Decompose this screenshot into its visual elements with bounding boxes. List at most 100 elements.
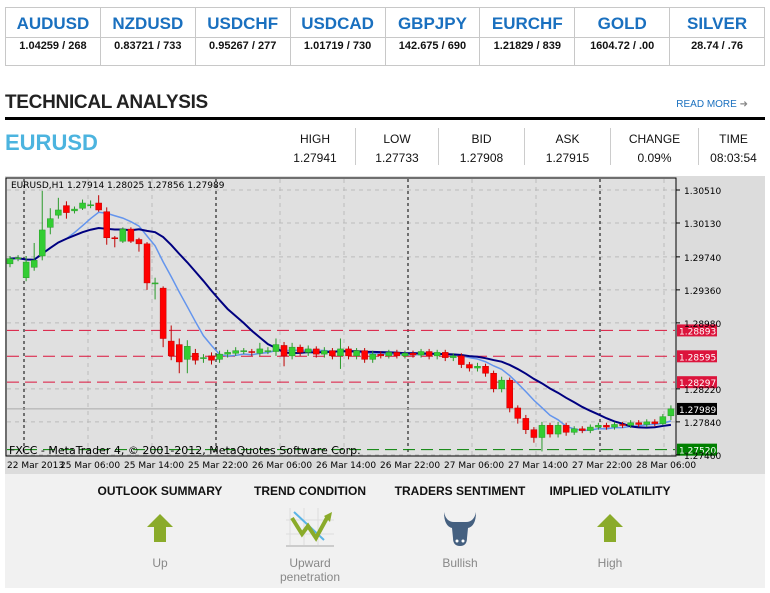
x-tick-label: 25 Mar 14:00 <box>124 461 184 471</box>
read-more-link[interactable]: READ MORE ➜ <box>676 99 748 110</box>
quote-symbol[interactable]: AUDUSD <box>6 8 100 38</box>
quote-eurchf[interactable]: EURCHF 1.21829 / 839 <box>480 8 576 65</box>
x-tick-label: 26 Mar 22:00 <box>380 461 440 471</box>
quote-value: 1.21829 / 839 <box>493 40 561 52</box>
stat-label: TIME <box>719 132 748 146</box>
indicator-heading: TREND CONDITION <box>254 484 366 498</box>
indicator-value: Bullish <box>442 556 478 570</box>
candle-body <box>361 350 368 360</box>
indicator-heading: IMPLIED VOLATILITY <box>549 484 671 498</box>
candle-body <box>562 425 570 433</box>
candle-body <box>329 350 336 357</box>
candle-body <box>603 425 610 428</box>
outlook-summary: OUTLOOK SUMMARY Up <box>80 484 240 570</box>
x-tick-label: 26 Mar 06:00 <box>252 461 312 471</box>
instrument-symbol: EURUSD <box>5 130 98 155</box>
stat-label: ASK <box>555 132 580 146</box>
candle-body <box>506 379 513 409</box>
stat-label: CHANGE <box>628 132 681 146</box>
quote-symbol[interactable]: USDCAD <box>290 8 385 38</box>
candle-body <box>659 416 667 424</box>
quote-symbol[interactable]: GOLD <box>575 8 670 38</box>
candle-body <box>619 424 626 426</box>
candle-body <box>401 353 409 357</box>
candle-body <box>570 428 578 433</box>
quote-value: 1604.72 / .00 <box>590 40 655 52</box>
y-tick-label: 1.28220 <box>684 386 721 396</box>
candle-body <box>151 282 159 285</box>
candle-body <box>87 204 94 207</box>
stat-value: 1.27908 <box>459 151 504 165</box>
quote-audusd[interactable]: AUDUSD 1.04259 / 268 <box>6 8 101 65</box>
candle-body <box>546 425 554 435</box>
candle-body <box>651 421 659 424</box>
candle-body <box>71 208 78 212</box>
stat-value: 1.27733 <box>375 151 419 165</box>
arrow-right-icon: ➜ <box>739 99 748 110</box>
quote-gold[interactable]: GOLD 1604.72 / .00 <box>575 8 671 65</box>
stat-low: LOW 1.27733 <box>355 128 438 165</box>
candle-body <box>143 243 151 284</box>
quote-usdcad[interactable]: USDCAD 1.01719 / 730 <box>290 8 386 65</box>
candle-body <box>474 366 481 369</box>
x-tick-label: 25 Mar 06:00 <box>60 461 120 471</box>
implied-volatility: IMPLIED VOLATILITY High <box>530 484 690 570</box>
candle-body <box>280 345 288 357</box>
quote-usdchf[interactable]: USDCHF 0.95267 / 277 <box>195 8 291 65</box>
candle-body <box>667 408 675 417</box>
candle-body <box>47 218 54 228</box>
candle-body <box>635 422 642 425</box>
candle-body <box>159 287 167 339</box>
candle-body <box>313 348 320 355</box>
price-chart[interactable]: 1.28893 1.28595 1.28297 1.27520 1.27989 1.305… <box>5 176 765 474</box>
candle-body <box>522 418 530 430</box>
candle-body <box>224 352 231 355</box>
quote-gbpjpy[interactable]: GBPJPY 142.675 / 690 <box>385 8 481 65</box>
candle-body <box>288 346 296 357</box>
candle-body <box>111 237 119 240</box>
arrow-up-icon <box>80 506 240 550</box>
read-more-label[interactable]: READ MORE <box>676 99 737 110</box>
quote-silver[interactable]: SILVER 28.74 / .76 <box>670 8 764 65</box>
candle-body <box>55 209 62 216</box>
quote-value: 0.95267 / 277 <box>209 40 277 52</box>
candle-body <box>337 348 344 357</box>
quote-symbol[interactable]: GBPJPY <box>385 8 480 38</box>
candle-body <box>643 421 650 425</box>
candle-body <box>296 346 304 353</box>
indicator-value: High <box>597 556 623 570</box>
quote-symbol[interactable]: USDCHF <box>195 8 290 38</box>
stat-time: TIME 08:03:54 <box>698 128 768 165</box>
candle-body <box>530 429 538 438</box>
stat-change: CHANGE 0.09% <box>610 128 698 165</box>
quote-value: 142.675 / 690 <box>398 40 467 52</box>
quotes-ticker: AUDUSD 1.04259 / 268 NZDUSD 0.83721 / 733 … <box>5 7 765 66</box>
y-tick-label: 1.30510 <box>684 187 721 197</box>
candle-body <box>167 340 175 357</box>
candle-body <box>63 205 70 213</box>
candle-body <box>611 424 618 428</box>
candle-body <box>514 407 522 419</box>
stat-value: 1.27915 <box>545 151 590 165</box>
y-tick-label: 1.30130 <box>684 220 721 230</box>
indicator-heading: OUTLOOK SUMMARY <box>97 484 223 498</box>
candle-body <box>135 239 143 245</box>
stat-value: 1.27941 <box>293 151 337 165</box>
section-title: TECHNICAL ANALYSIS <box>5 92 208 113</box>
quote-symbol[interactable]: SILVER <box>670 8 764 38</box>
candle-body <box>345 348 352 357</box>
x-tick-label: 26 Mar 14:00 <box>316 461 376 471</box>
x-tick-label: 27 Mar 06:00 <box>444 461 504 471</box>
quote-symbol[interactable]: EURCHF <box>480 8 575 38</box>
candle-body <box>256 348 264 354</box>
candle-body <box>425 351 433 357</box>
trend-condition: TREND CONDITION Upward penetration <box>230 484 390 584</box>
section-divider <box>5 117 765 120</box>
candlestick-chart[interactable]: 1.288931.285951.282971.275201.279891.305… <box>5 176 765 474</box>
candle-body <box>441 352 449 358</box>
x-tick-label: 22 Mar 2013 <box>7 461 64 471</box>
quote-nzdusd[interactable]: NZDUSD 0.83721 / 733 <box>100 8 196 65</box>
quote-symbol[interactable]: NZDUSD <box>100 8 195 38</box>
candle-body <box>554 425 562 435</box>
indicator-value: Up <box>152 556 168 570</box>
